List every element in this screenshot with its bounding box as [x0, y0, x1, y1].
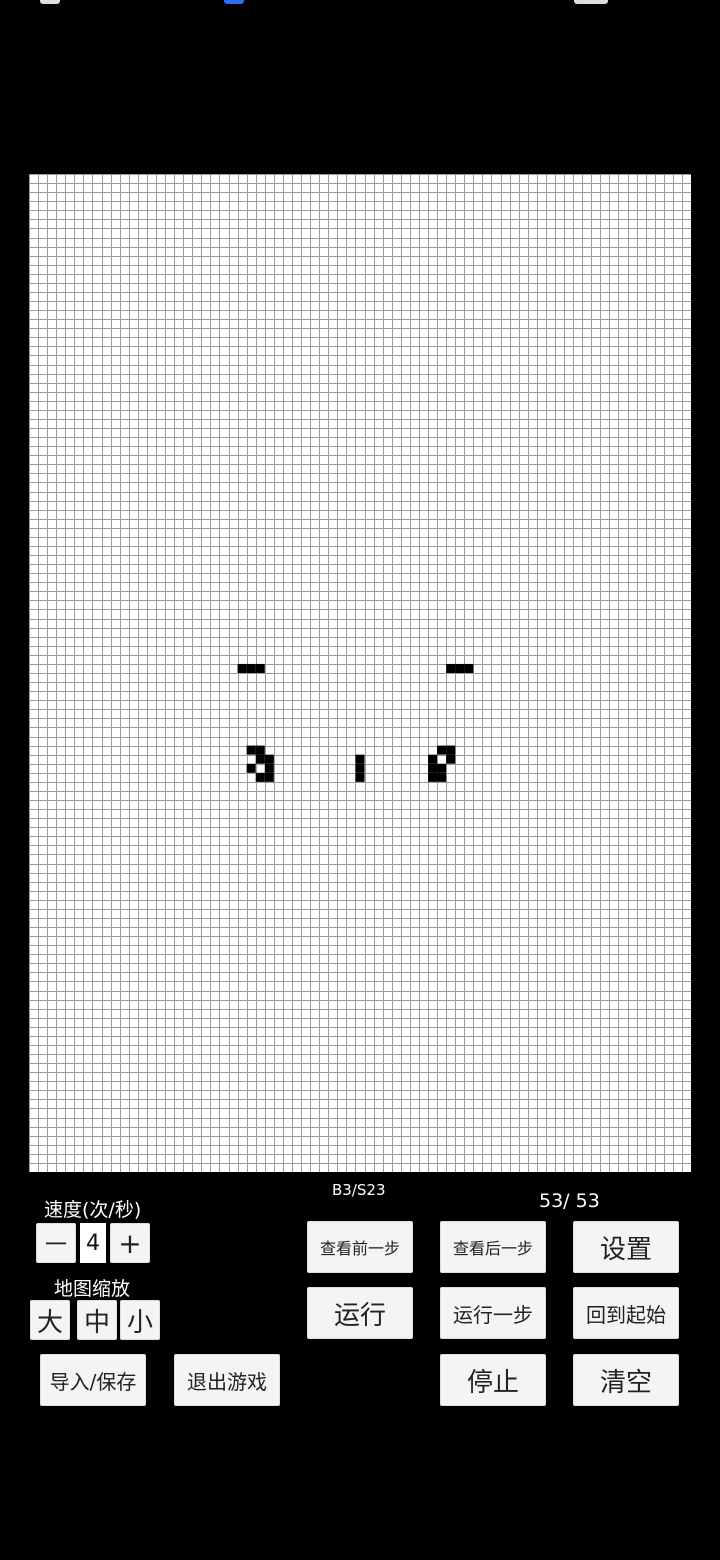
live-cell[interactable] [246, 745, 256, 755]
prev-step-button[interactable]: 查看前一步 [307, 1221, 413, 1273]
status-bar [0, 0, 720, 6]
live-cell[interactable] [255, 772, 265, 782]
live-cell[interactable] [255, 754, 265, 764]
live-cell[interactable] [428, 754, 438, 764]
live-cell[interactable] [446, 754, 456, 764]
exit-game-button[interactable]: 退出游戏 [174, 1354, 280, 1406]
live-cell[interactable] [355, 754, 365, 764]
live-cell[interactable] [255, 745, 265, 755]
live-cell[interactable] [428, 772, 438, 782]
back-to-start-button[interactable]: 回到起始 [573, 1287, 679, 1339]
stop-button[interactable]: 停止 [440, 1354, 546, 1406]
rule-text: B3/S23 [332, 1181, 386, 1199]
speed-label: 速度(次/秒) [44, 1199, 142, 1221]
generation-counter: 53/ 53 [539, 1190, 600, 1212]
zoom-medium-button[interactable]: 中 [77, 1300, 117, 1340]
live-cell[interactable] [264, 763, 274, 773]
live-cell[interactable] [246, 663, 256, 673]
zoom-small-button[interactable]: 小 [120, 1300, 160, 1340]
status-icon [40, 0, 60, 4]
speed-decrease-button[interactable]: 一 [36, 1223, 76, 1263]
live-cell[interactable] [355, 763, 365, 773]
clear-button[interactable]: 清空 [573, 1354, 679, 1406]
live-cell[interactable] [464, 663, 474, 673]
grid-canvas[interactable] [29, 174, 691, 1172]
live-cell[interactable] [355, 772, 365, 782]
grid-lines [29, 174, 691, 1172]
live-cell[interactable] [428, 763, 438, 773]
zoom-large-button[interactable]: 大 [30, 1300, 70, 1340]
import-save-button[interactable]: 导入/保存 [40, 1354, 146, 1406]
run-button[interactable]: 运行 [307, 1287, 413, 1339]
speed-increase-button[interactable]: + [110, 1223, 150, 1263]
live-cell[interactable] [446, 745, 456, 755]
life-grid[interactable] [29, 174, 691, 1172]
next-step-button[interactable]: 查看后一步 [440, 1221, 546, 1273]
battery-icon [574, 0, 608, 4]
live-cell[interactable] [455, 663, 465, 673]
notification-icon [224, 0, 244, 4]
live-cell[interactable] [246, 763, 256, 773]
speed-value: 4 [80, 1223, 106, 1263]
live-cell[interactable] [264, 754, 274, 764]
live-cell[interactable] [437, 745, 447, 755]
live-cell[interactable] [446, 663, 456, 673]
zoom-label: 地图缩放 [54, 1278, 131, 1300]
run-one-step-button[interactable]: 运行一步 [440, 1287, 546, 1339]
live-cell[interactable] [255, 663, 265, 673]
live-cell[interactable] [237, 663, 247, 673]
live-cell[interactable] [437, 763, 447, 773]
settings-button[interactable]: 设置 [573, 1221, 679, 1273]
live-cell[interactable] [264, 772, 274, 782]
live-cell[interactable] [437, 772, 447, 782]
